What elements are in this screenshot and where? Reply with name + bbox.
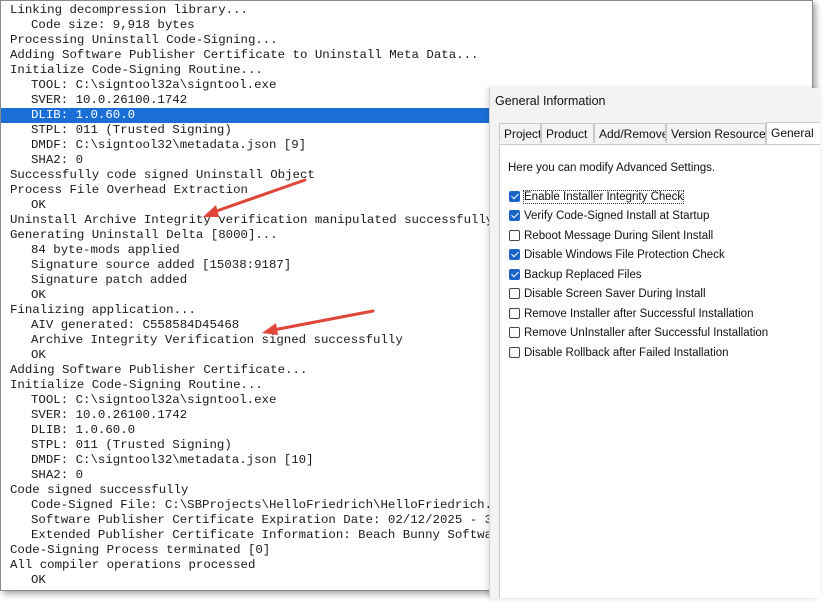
- option-label: Disable Rollback after Failed Installati…: [524, 347, 729, 359]
- option-label: Enable Installer Integrity Check: [522, 190, 685, 204]
- tab-product[interactable]: Product: [541, 123, 594, 143]
- console-line-selected: DLIB: 1.0.60.0: [1, 108, 511, 123]
- console-line: Code size: 9,918 bytes: [31, 18, 195, 32]
- general-information-dialog: General Information Project Product Add/…: [489, 88, 820, 598]
- option-label: Reboot Message During Silent Install: [524, 230, 714, 242]
- checkbox-checked-icon[interactable]: [509, 269, 520, 280]
- option-label: Remove UnInstaller after Successful Inst…: [524, 327, 769, 339]
- option-verify-code-signed-install[interactable]: Verify Code-Signed Install at Startup: [509, 208, 709, 224]
- tab-project[interactable]: Project: [499, 123, 541, 143]
- option-enable-installer-integrity-check[interactable]: Enable Installer Integrity Check: [509, 189, 685, 205]
- tab-add-remove[interactable]: Add/Remove: [594, 123, 666, 143]
- option-disable-rollback[interactable]: Disable Rollback after Failed Installati…: [509, 345, 729, 361]
- checkbox-unchecked-icon[interactable]: [509, 288, 520, 299]
- checkbox-checked-icon[interactable]: [509, 210, 520, 221]
- option-disable-screen-saver[interactable]: Disable Screen Saver During Install: [509, 286, 706, 302]
- tab-strip: Project Product Add/Remove Version Resou…: [499, 122, 820, 145]
- checkbox-checked-icon[interactable]: [509, 191, 520, 202]
- panel-intro-text: Here you can modify Advanced Settings.: [508, 162, 716, 174]
- option-remove-installer[interactable]: Remove Installer after Successful Instal…: [509, 306, 753, 322]
- console-line: Processing Uninstall Code-Signing...: [10, 33, 278, 47]
- option-label: Disable Windows File Protection Check: [524, 249, 725, 261]
- option-label: Verify Code-Signed Install at Startup: [524, 210, 710, 222]
- option-label: Backup Replaced Files: [524, 269, 642, 281]
- option-backup-replaced-files[interactable]: Backup Replaced Files: [509, 267, 642, 283]
- option-disable-wfp-check[interactable]: Disable Windows File Protection Check: [509, 247, 725, 263]
- checkbox-unchecked-icon[interactable]: [509, 327, 520, 338]
- option-label: Remove Installer after Successful Instal…: [524, 308, 754, 320]
- checkbox-unchecked-icon[interactable]: [509, 230, 520, 241]
- advanced-settings-panel: Here you can modify Advanced Settings. E…: [499, 145, 820, 598]
- tab-version-resource[interactable]: Version Resource: [666, 123, 766, 143]
- checkbox-unchecked-icon[interactable]: [509, 347, 520, 358]
- option-label: Disable Screen Saver During Install: [524, 288, 706, 300]
- option-remove-uninstaller[interactable]: Remove UnInstaller after Successful Inst…: [509, 325, 768, 341]
- option-reboot-message-silent-install[interactable]: Reboot Message During Silent Install: [509, 228, 713, 244]
- console-line: Linking decompression library...: [10, 3, 248, 17]
- checkbox-checked-icon[interactable]: [509, 249, 520, 260]
- console-line: Initialize Code-Signing Routine...: [10, 63, 263, 77]
- console-line: Adding Software Publisher Certificate to…: [10, 48, 479, 62]
- tab-general[interactable]: General: [766, 122, 820, 144]
- checkbox-unchecked-icon[interactable]: [509, 308, 520, 319]
- dialog-title: General Information: [495, 94, 606, 108]
